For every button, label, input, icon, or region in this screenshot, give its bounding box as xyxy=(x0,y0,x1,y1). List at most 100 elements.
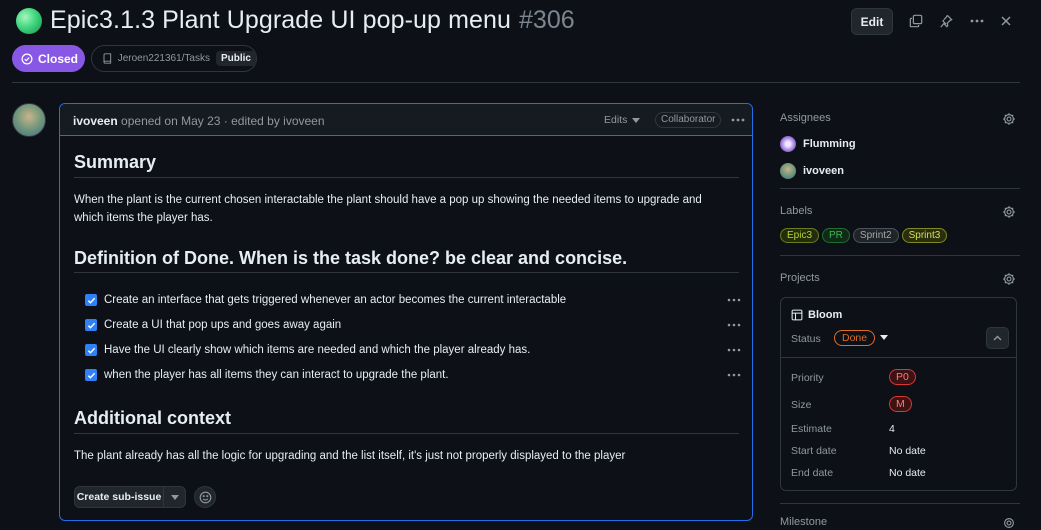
projects-gear-icon[interactable] xyxy=(1002,272,1016,286)
chevron-down-icon xyxy=(632,117,641,123)
summary-text: When the plant is the current chosen int… xyxy=(74,194,702,224)
assignees-heading[interactable]: Assignees xyxy=(780,112,831,124)
task-item[interactable]: when the player has all items they can i… xyxy=(85,367,449,383)
status-label: Closed xyxy=(38,51,79,66)
project-status-value[interactable]: Done xyxy=(834,330,876,346)
chevron-down-icon xyxy=(170,494,179,500)
checkbox-checked[interactable] xyxy=(85,344,97,356)
assignee-item[interactable]: ivoveen xyxy=(780,163,844,179)
estimate-label: Estimate xyxy=(791,423,832,435)
labels-gear-icon[interactable] xyxy=(1002,205,1016,219)
task-text: Create an interface that gets triggered … xyxy=(104,294,567,306)
label-sprint2[interactable]: Sprint2 xyxy=(852,228,899,243)
smiley-icon xyxy=(199,491,211,503)
task-item[interactable]: Have the UI clearly show which items are… xyxy=(85,342,530,358)
end-date-value[interactable]: No date xyxy=(889,467,926,479)
sidebar-divider xyxy=(780,255,1020,256)
label-epic3[interactable]: Epic3 xyxy=(780,228,820,243)
avatar xyxy=(780,163,796,179)
labels-heading[interactable]: Labels xyxy=(780,205,812,217)
milestone-heading[interactable]: Milestone xyxy=(780,516,827,528)
comment-header: ivoveen opened on May 23 · edited by ivo… xyxy=(60,104,752,136)
label-sprint3[interactable]: Sprint3 xyxy=(901,228,948,243)
edits-label: Edits xyxy=(604,114,628,126)
task-options-icon[interactable] xyxy=(726,294,742,306)
chevron-down-icon[interactable] xyxy=(880,335,888,340)
repo-pill[interactable]: Jeroen221361/Tasks Public xyxy=(91,45,257,72)
project-title[interactable]: Bloom xyxy=(791,309,842,321)
comment-options-icon[interactable] xyxy=(730,114,746,126)
author-name[interactable]: ivoveen xyxy=(73,114,118,128)
dod-heading: Definition of Done. When is the task don… xyxy=(74,248,628,268)
check-circle-icon xyxy=(21,53,33,64)
add-reaction-button[interactable] xyxy=(194,486,216,508)
copy-icon[interactable] xyxy=(908,13,924,29)
assignee-name[interactable]: Flumming xyxy=(803,138,856,150)
create-sub-issue-label[interactable]: Create sub-issue xyxy=(75,487,164,507)
issue-title-row: Epic3.1.3 Plant Upgrade UI pop-up menu #… xyxy=(16,6,575,35)
heading-rule xyxy=(74,177,739,178)
issue-number: #306 xyxy=(519,6,575,34)
issue-body: ivoveen opened on May 23 · edited by ivo… xyxy=(59,103,753,521)
assignee-item[interactable]: Flumming xyxy=(780,136,856,152)
end-date-label: End date xyxy=(791,467,834,479)
summary-heading: Summary xyxy=(74,152,157,172)
start-date-value[interactable]: No date xyxy=(889,445,926,457)
checkbox-checked[interactable] xyxy=(85,319,97,331)
task-options-icon[interactable] xyxy=(726,319,742,331)
project-card: Bloom Status Done Priority P0 Size M Est… xyxy=(780,297,1017,491)
context-text: The plant already has all the logic for … xyxy=(74,450,626,462)
project-name[interactable]: Bloom xyxy=(808,309,842,321)
task-options-icon[interactable] xyxy=(726,344,742,356)
role-badge: Collaborator xyxy=(655,112,722,128)
chevron-up-icon xyxy=(993,335,1002,341)
pin-icon[interactable] xyxy=(938,13,954,29)
task-item[interactable]: Create a UI that pop ups and goes away a… xyxy=(85,317,341,333)
table-icon xyxy=(791,309,803,321)
milestone-gear-icon[interactable] xyxy=(1002,516,1016,530)
estimate-value[interactable]: 4 xyxy=(889,423,895,435)
priority-value[interactable]: P0 xyxy=(889,369,916,385)
size-value[interactable]: M xyxy=(889,396,912,412)
edits-dropdown[interactable]: Edits xyxy=(604,114,641,126)
more-icon[interactable] xyxy=(969,13,985,29)
checkbox-checked[interactable] xyxy=(85,369,97,381)
assignees-gear-icon[interactable] xyxy=(1002,112,1016,126)
start-date-label: Start date xyxy=(791,445,837,457)
size-label: Size xyxy=(791,399,812,411)
checkbox-checked[interactable] xyxy=(85,294,97,306)
task-options-icon[interactable] xyxy=(726,369,742,381)
create-sub-issue-button[interactable]: Create sub-issue xyxy=(74,486,186,508)
comment-meta: opened on May 23 · edited by ivoveen xyxy=(121,114,325,128)
issue-emoji-icon xyxy=(16,7,42,34)
sub-issue-dropdown[interactable] xyxy=(164,487,185,507)
label-pr[interactable]: PR xyxy=(822,228,850,243)
project-divider xyxy=(781,357,1016,358)
heading-rule xyxy=(74,433,739,434)
visibility-badge: Public xyxy=(215,51,256,66)
labels-list: Epic3 PR Sprint2 Sprint3 xyxy=(780,228,948,243)
task-text: Have the UI clearly show which items are… xyxy=(104,344,531,356)
avatar xyxy=(780,136,796,152)
task-item[interactable]: Create an interface that gets triggered … xyxy=(85,292,566,308)
sidebar-divider xyxy=(780,503,1020,504)
task-text: Create a UI that pop ups and goes away a… xyxy=(104,319,342,331)
header-divider xyxy=(12,82,1020,83)
assignee-name[interactable]: ivoveen xyxy=(803,165,844,177)
status-badge: Closed xyxy=(12,45,85,72)
collapse-button[interactable] xyxy=(986,327,1009,349)
issue-title: Epic3.1.3 Plant Upgrade UI pop-up menu xyxy=(50,6,512,34)
projects-heading[interactable]: Projects xyxy=(780,272,820,284)
sidebar-divider xyxy=(780,188,1020,189)
repo-icon xyxy=(103,53,112,64)
project-status-label: Status xyxy=(791,333,821,345)
comment-author-line: ivoveen opened on May 23 · edited by ivo… xyxy=(73,114,325,128)
repo-name[interactable]: Jeroen221361/Tasks xyxy=(118,53,210,64)
task-text: when the player has all items they can i… xyxy=(104,369,449,381)
author-avatar[interactable] xyxy=(12,103,46,137)
priority-label: Priority xyxy=(791,372,824,384)
close-icon[interactable] xyxy=(998,13,1014,29)
edit-button[interactable]: Edit xyxy=(851,8,893,35)
heading-rule xyxy=(74,272,739,273)
context-heading: Additional context xyxy=(74,408,231,428)
